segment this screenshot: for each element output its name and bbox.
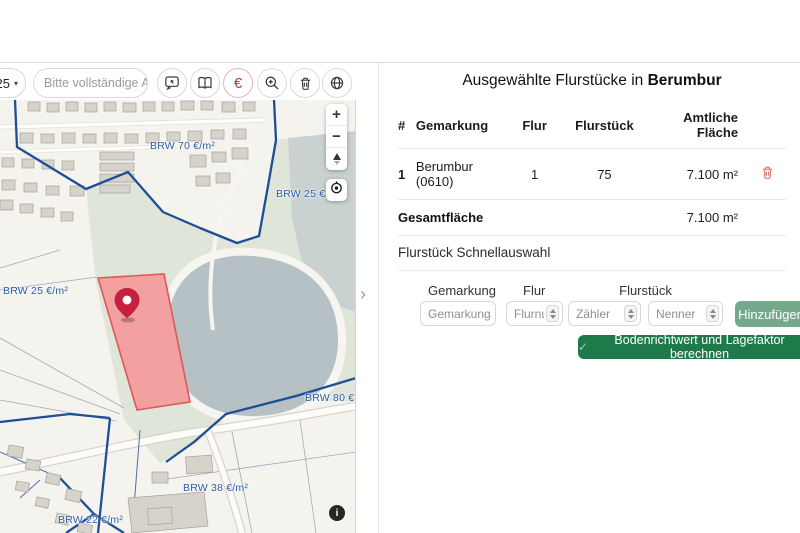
calculate-bodenrichtwert-button[interactable]: ✓ Bodenrichtwert und Lagefaktor berechne… — [578, 335, 800, 359]
quick-select-section-label: Flurstück Schnellauswahl — [398, 236, 786, 271]
zoom-out-button[interactable]: − — [326, 126, 347, 148]
trash-red-icon — [760, 168, 775, 183]
row-gemarkung: Berumbur (0610) — [416, 149, 511, 200]
brw-label: BRW 22 €/m² — [58, 514, 123, 526]
row-flaeche: 7.100 m² — [650, 149, 750, 200]
row-flurstueck: 75 — [559, 149, 651, 200]
header-gemarkung: Gemarkung — [416, 104, 511, 149]
pin-shadow — [121, 318, 135, 323]
flur-field — [506, 301, 563, 326]
nenner-field — [648, 301, 723, 326]
delete-row-button[interactable] — [750, 165, 775, 183]
legend-book-button[interactable] — [190, 68, 220, 98]
plus-icon: + — [332, 106, 341, 123]
compass-needle-icon — [333, 153, 341, 165]
header-num: # — [398, 104, 416, 149]
chevron-down-icon: ▾ — [14, 79, 18, 88]
nenner-input[interactable] — [649, 307, 706, 321]
map-toolbar: 25 ▾ — [0, 68, 356, 98]
compass-reset-button[interactable] — [326, 148, 347, 170]
brw-label: BRW 80 € — [305, 392, 354, 404]
globe-icon — [329, 75, 345, 91]
gemarkung-field — [420, 301, 496, 326]
map-attribution-info-button[interactable]: i — [329, 505, 345, 521]
panel-collapse-handle[interactable]: › — [360, 285, 366, 303]
panel-gutter: › — [357, 63, 378, 533]
label-flurstueck: Flurstück — [568, 283, 723, 298]
zoom-level-select[interactable]: 25 ▾ — [0, 68, 26, 98]
panel-title-city: Berumbur — [648, 72, 722, 89]
flurstueck-panel: Ausgewählte Flurstücke in Berumbur # Gem… — [378, 63, 800, 533]
calculate-button-label: Bodenrichtwert und Lagefaktor berechnen — [594, 333, 800, 361]
total-label: Gesamtfläche — [398, 210, 483, 225]
number-stepper-icon[interactable] — [624, 305, 637, 322]
row-flur: 1 — [511, 149, 559, 200]
header-flaeche: Amtliche Fläche — [650, 104, 750, 149]
row-num: 1 — [398, 149, 416, 200]
language-globe-button[interactable] — [322, 68, 352, 98]
map-column: 25 ▾ — [0, 63, 356, 533]
flurstueck-table: # Gemarkung Flur Flurstück Amtliche Fläc… — [398, 104, 786, 200]
quick-select-form: Gemarkung Flur Flurstück Hinzufügen ✓ — [398, 283, 786, 383]
map-canvas[interactable]: BRW 70 €/m²BRW 25 €/m²BRW 25 €/m²BRW 80 … — [0, 100, 356, 533]
trash-icon — [298, 76, 313, 91]
brw-label: BRW 25 €/m² — [3, 285, 68, 297]
clear-selection-button[interactable] — [290, 68, 320, 98]
number-stepper-icon[interactable] — [546, 305, 559, 322]
check-icon: ✓ — [578, 340, 588, 354]
map-tiles — [0, 100, 356, 533]
page-header — [0, 0, 800, 63]
total-value: 7.100 m² — [687, 210, 738, 225]
geolocate-button[interactable] — [326, 179, 347, 201]
bodenrichtwert-euro-button[interactable]: € — [223, 68, 253, 98]
brw-label: BRW 38 €/m² — [183, 482, 248, 494]
minus-icon: − — [332, 128, 341, 145]
total-row: Gesamtfläche 7.100 m² — [398, 200, 786, 236]
zoom-search-button[interactable] — [257, 68, 287, 98]
panel-title-prefix: Ausgewählte Flurstücke in — [462, 72, 643, 89]
number-stepper-icon[interactable] — [706, 305, 719, 322]
panel-title: Ausgewählte Flurstücke in Berumbur — [398, 72, 786, 90]
locate-target-icon — [329, 180, 344, 200]
open-book-icon — [197, 75, 213, 91]
zaehler-input[interactable] — [569, 307, 624, 321]
magnifier-plus-icon — [264, 75, 280, 91]
zaehler-field — [568, 301, 641, 326]
zoom-in-button[interactable]: + — [326, 104, 347, 126]
app-screen: 25 ▾ — [0, 0, 800, 533]
label-gemarkung: Gemarkung — [428, 283, 496, 298]
address-search-field[interactable] — [33, 68, 148, 98]
marker-tooltip-tool-button[interactable] — [157, 68, 187, 98]
flur-input[interactable] — [507, 307, 546, 321]
header-flurstueck: Flurstück — [559, 104, 651, 149]
euro-icon: € — [234, 75, 242, 92]
zoom-level-value: 25 — [0, 76, 10, 91]
table-header-row: # Gemarkung Flur Flurstück Amtliche Fläc… — [398, 104, 786, 149]
label-flur: Flur — [523, 283, 545, 298]
map-tip-icon — [164, 75, 180, 91]
add-flurstueck-button[interactable]: Hinzufügen — [735, 301, 800, 327]
brw-label: BRW 70 €/m² — [150, 140, 215, 152]
address-search-input[interactable] — [44, 76, 148, 90]
gemarkung-input[interactable] — [421, 307, 495, 321]
info-icon: i — [336, 508, 339, 519]
table-row: 1 Berumbur (0610) 1 75 7.100 m² — [398, 149, 786, 200]
map-zoom-controls: + − — [326, 104, 347, 170]
header-flur: Flur — [511, 104, 559, 149]
